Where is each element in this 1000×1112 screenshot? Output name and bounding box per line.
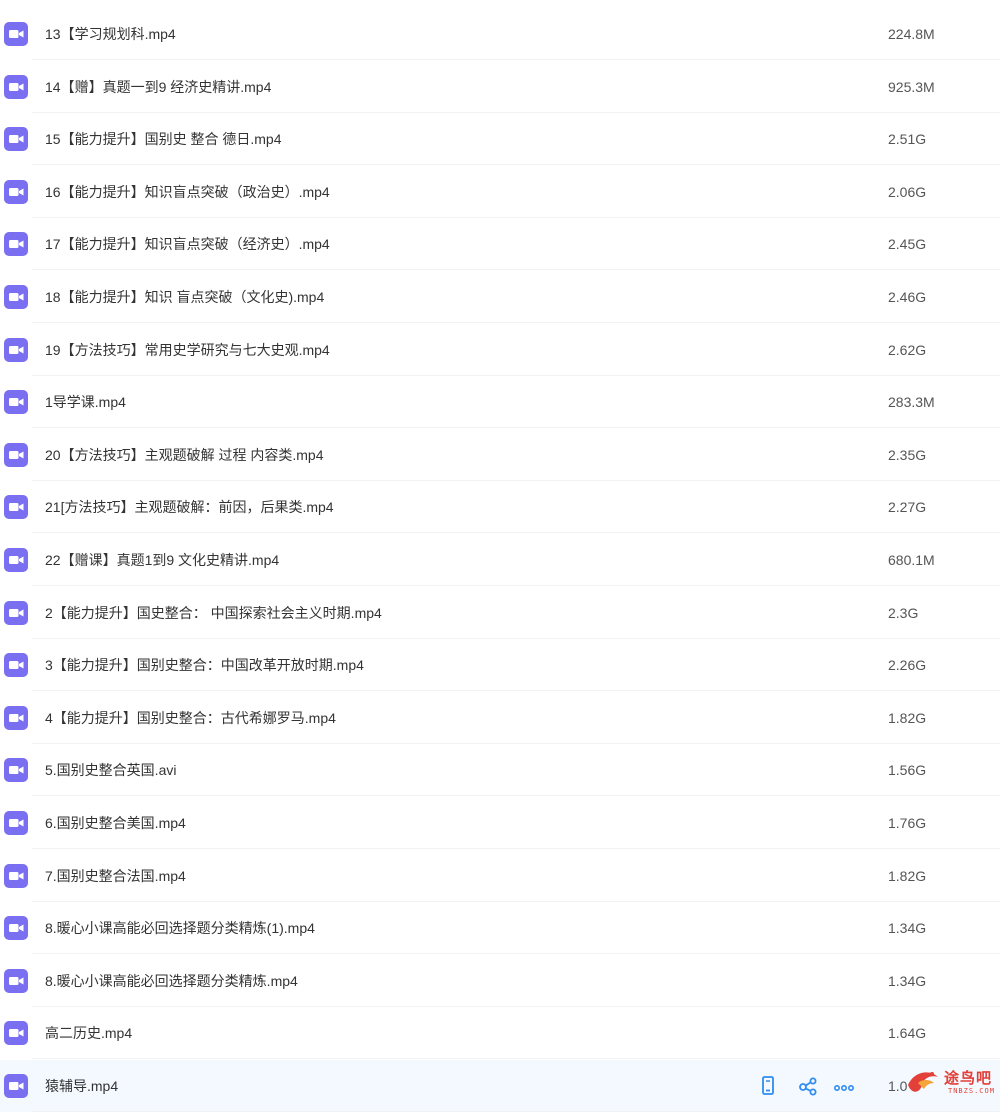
file-size: 2.45G — [888, 236, 927, 253]
video-file-icon — [4, 811, 28, 835]
file-name[interactable]: 13【学习规划科.mp4 — [45, 8, 176, 60]
watermark-subtext: TNBZS.COM — [948, 1087, 995, 1095]
file-size: 680.1M — [888, 552, 935, 568]
video-file-icon — [4, 600, 28, 625]
file-name[interactable]: 3【能力提升】国别史整合：中国改革开放时期.mp4 — [45, 639, 364, 691]
file-size: 2.35G — [888, 446, 927, 463]
file-row[interactable]: 2【能力提升】国史整合： 中国探索社会主义时期.mp4 2.3G — [0, 587, 1000, 639]
file-name[interactable]: 2【能力提升】国史整合： 中国探索社会主义时期.mp4 — [45, 587, 382, 639]
file-name[interactable]: 15【能力提升】国别史 整合 德日.mp4 — [45, 113, 281, 165]
file-row[interactable]: 4【能力提升】国别史整合：古代希娜罗马.mp4 1.82G — [0, 692, 1000, 744]
video-file-icon — [4, 390, 28, 415]
file-name[interactable]: 8.暖心小课高能必回选择题分类精炼(1).mp4 — [45, 902, 315, 954]
file-name[interactable]: 高二历史.mp4 — [45, 1007, 132, 1059]
file-name[interactable]: 1导学课.mp4 — [45, 376, 126, 428]
file-row[interactable]: 20【方法技巧】主观题破解 过程 内容类.mp4 2.35G — [0, 429, 1000, 481]
file-row[interactable]: 猿辅导.mp4 1.0 — [0, 1060, 1000, 1112]
video-file-icon — [4, 179, 28, 204]
file-row[interactable]: 1导学课.mp4 283.3M — [0, 376, 1000, 429]
file-size: 283.3M — [888, 394, 935, 411]
file-size: 1.56G — [888, 762, 927, 779]
video-file-icon — [4, 653, 28, 678]
watermark-logo: 途鸟吧 TNBZS.COM — [900, 1063, 1000, 1099]
more-icon[interactable] — [832, 1074, 856, 1098]
share-icon[interactable] — [796, 1074, 820, 1098]
file-row[interactable]: 7.国别史整合法国.mp4 1.82G — [0, 850, 1000, 902]
video-file-icon — [4, 1021, 28, 1046]
file-name[interactable]: 22【赠课】真题1到9 文化史精讲.mp4 — [45, 534, 279, 586]
file-row[interactable]: 14【赠】真题一到9 经济史精讲.mp4 925.3M — [0, 61, 1000, 113]
file-size: 2.27G — [888, 499, 927, 516]
file-row[interactable]: 高二历史.mp4 1.64G — [0, 1007, 1000, 1060]
video-file-icon — [4, 495, 28, 520]
video-file-icon — [4, 968, 28, 993]
video-file-icon — [4, 1074, 28, 1098]
file-size: 1.34G — [888, 920, 927, 937]
file-row[interactable]: 8.暖心小课高能必回选择题分类精炼.mp4 1.34G — [0, 955, 1000, 1007]
video-file-icon — [4, 758, 28, 783]
file-name[interactable]: 16【能力提升】知识盲点突破（政治史）.mp4 — [45, 166, 330, 218]
file-row[interactable]: 8.暖心小课高能必回选择题分类精炼(1).mp4 1.34G — [0, 902, 1000, 955]
file-row[interactable]: 22【赠课】真题1到9 文化史精讲.mp4 680.1M — [0, 534, 1000, 586]
file-size: 1.82G — [888, 867, 927, 884]
file-name[interactable]: 8.暖心小课高能必回选择题分类精炼.mp4 — [45, 955, 298, 1007]
watermark-text: 途鸟吧 — [944, 1069, 993, 1087]
file-size: 2.3G — [888, 604, 919, 621]
video-file-icon — [4, 232, 28, 257]
file-size: 1.82G — [888, 709, 927, 726]
file-name[interactable]: 17【能力提升】知识盲点突破（经济史）.mp4 — [45, 218, 330, 270]
file-size: 2.06G — [888, 183, 927, 200]
file-size: 2.51G — [888, 131, 927, 148]
file-name[interactable]: 5.国别史整合英国.avi — [45, 744, 176, 796]
file-name[interactable]: 18【能力提升】知识 盲点突破（文化史).mp4 — [45, 271, 324, 323]
file-size: 1.64G — [888, 1025, 927, 1042]
file-row[interactable]: 21[方法技巧】主观题破解：前因，后果类.mp4 2.27G — [0, 481, 1000, 534]
file-name[interactable]: 14【赠】真题一到9 经济史精讲.mp4 — [45, 61, 271, 113]
file-row[interactable]: 16【能力提升】知识盲点突破（政治史）.mp4 2.06G — [0, 166, 1000, 218]
video-file-icon — [4, 127, 28, 152]
video-file-icon — [4, 74, 28, 99]
mobile-icon[interactable] — [756, 1074, 780, 1098]
file-name[interactable]: 7.国别史整合法国.mp4 — [45, 850, 186, 902]
file-name[interactable]: 猿辅导.mp4 — [45, 1060, 118, 1112]
video-file-icon — [4, 863, 28, 888]
file-size: 224.8M — [888, 26, 935, 42]
video-file-icon — [4, 916, 28, 941]
file-name[interactable]: 6.国别史整合美国.mp4 — [45, 797, 186, 849]
video-file-icon — [4, 705, 28, 730]
file-row[interactable]: 17【能力提升】知识盲点突破（经济史）.mp4 2.45G — [0, 218, 1000, 271]
file-row[interactable]: 13【学习规划科.mp4 224.8M — [0, 8, 1000, 60]
file-size: 2.62G — [888, 341, 927, 358]
file-row[interactable]: 19【方法技巧】常用史学研究与七大史观.mp4 2.62G — [0, 324, 1000, 376]
file-size: 2.46G — [888, 289, 927, 305]
file-name[interactable]: 21[方法技巧】主观题破解：前因，后果类.mp4 — [45, 481, 334, 533]
video-file-icon — [4, 337, 28, 362]
file-name[interactable]: 19【方法技巧】常用史学研究与七大史观.mp4 — [45, 324, 330, 376]
file-size: 925.3M — [888, 78, 935, 95]
video-file-icon — [4, 22, 28, 46]
bird-logo-icon — [908, 1072, 938, 1092]
video-file-icon — [4, 548, 28, 572]
file-size: 1.76G — [888, 815, 927, 831]
video-file-icon — [4, 442, 28, 467]
file-row[interactable]: 5.国别史整合英国.avi 1.56G — [0, 744, 1000, 797]
file-row[interactable]: 18【能力提升】知识 盲点突破（文化史).mp4 2.46G — [0, 271, 1000, 323]
file-size: 2.26G — [888, 657, 927, 674]
file-size: 1.34G — [888, 972, 927, 989]
video-file-icon — [4, 285, 28, 309]
file-name[interactable]: 4【能力提升】国别史整合：古代希娜罗马.mp4 — [45, 692, 336, 744]
file-name[interactable]: 20【方法技巧】主观题破解 过程 内容类.mp4 — [45, 429, 323, 481]
file-row[interactable]: 3【能力提升】国别史整合：中国改革开放时期.mp4 2.26G — [0, 639, 1000, 692]
file-row[interactable]: 6.国别史整合美国.mp4 1.76G — [0, 797, 1000, 849]
file-row[interactable]: 15【能力提升】国别史 整合 德日.mp4 2.51G — [0, 113, 1000, 166]
